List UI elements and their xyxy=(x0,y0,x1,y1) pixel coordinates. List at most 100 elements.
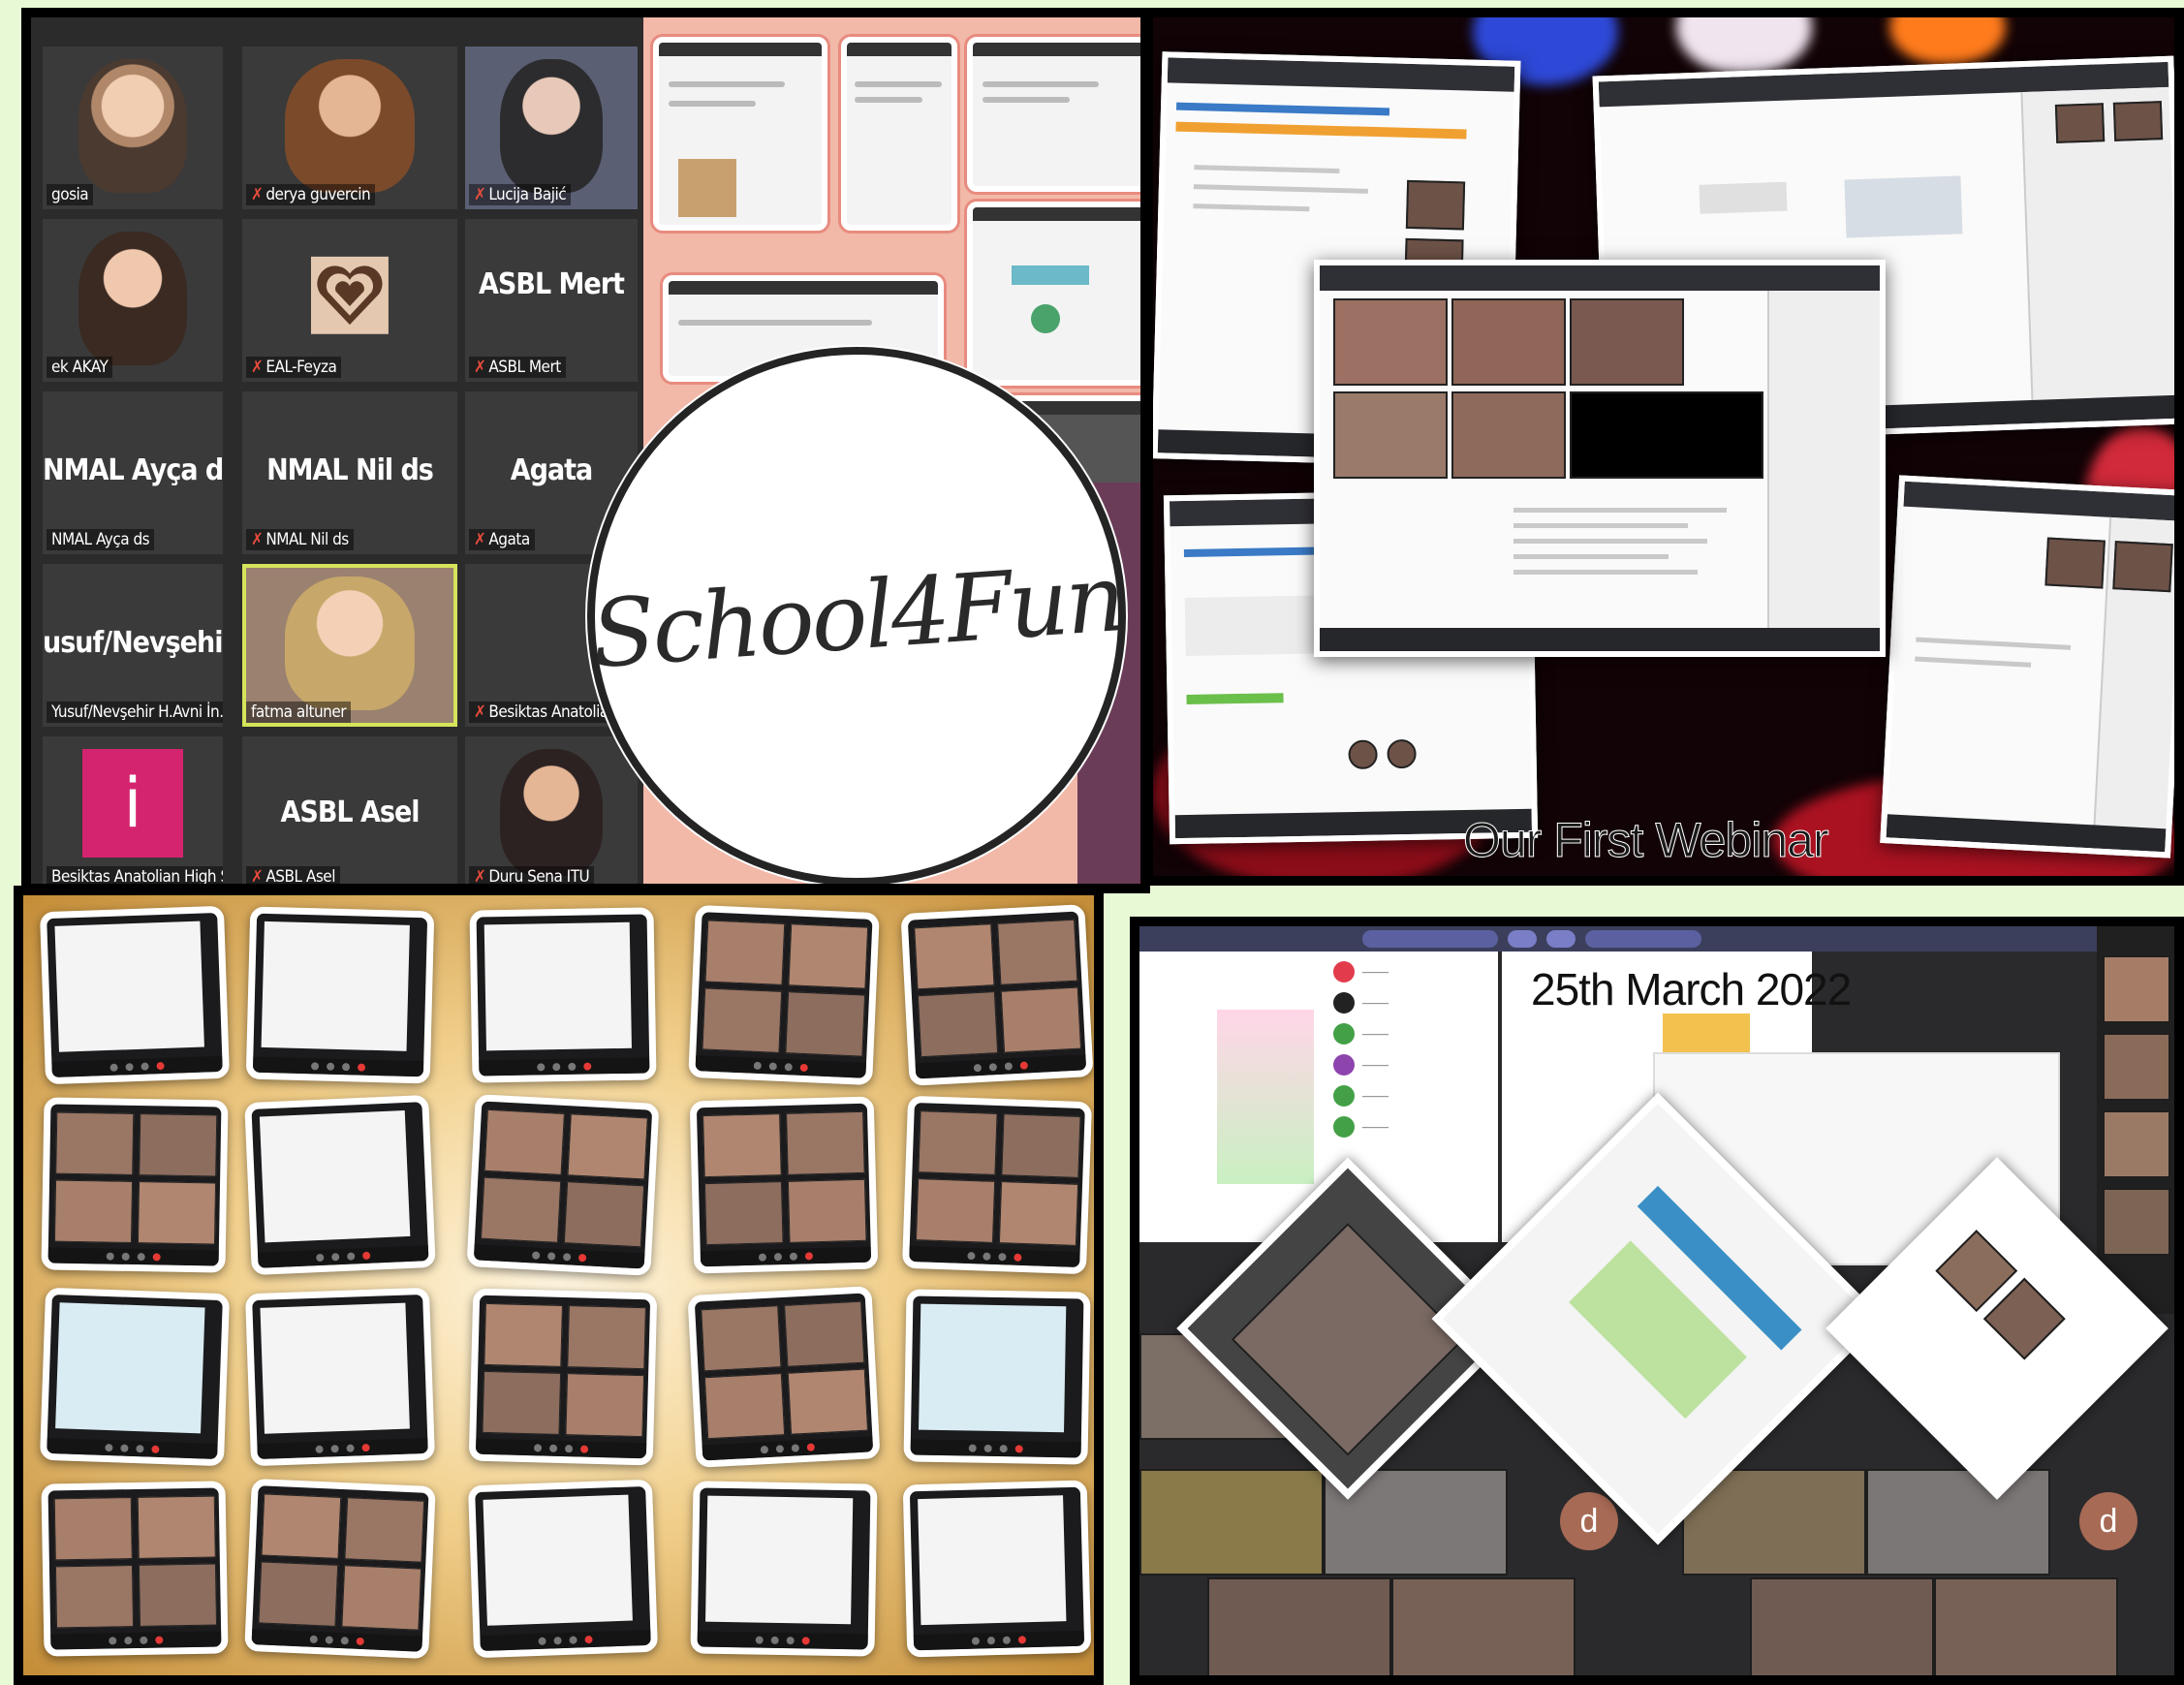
control-icon xyxy=(325,1636,333,1644)
muted-mic-icon: ✗ xyxy=(251,185,264,204)
participant-tile[interactable]: usuf/Nevşehir... Yusuf/Nevşehir H.Avni İ… xyxy=(43,564,223,727)
call-controls xyxy=(697,1631,868,1650)
video-cell xyxy=(567,1113,648,1180)
participant-display-name: ASBL Mert xyxy=(479,267,625,302)
document-screen xyxy=(54,921,204,1052)
video-cell xyxy=(914,923,995,990)
control-icon xyxy=(310,1062,320,1071)
participant-name: ASBL Mert xyxy=(488,358,561,377)
video-cell xyxy=(484,1108,565,1175)
participant-display-name: NMAL Nil ds xyxy=(266,452,434,487)
end-call-icon xyxy=(151,1445,160,1453)
control-icon xyxy=(564,1445,574,1453)
control-icon xyxy=(531,1251,541,1260)
participant-tile[interactable]: NMAL Nil ds ✗ NMAL Nil ds xyxy=(242,391,457,554)
video-cell xyxy=(915,1178,996,1243)
screen-thumbnail xyxy=(653,37,827,231)
participant-tile[interactable]: ek AKAY xyxy=(43,219,223,382)
participant-tile[interactable]: ✗ EAL-Feyza xyxy=(242,219,457,382)
end-call-icon xyxy=(156,1061,165,1071)
control-icon xyxy=(986,1637,996,1645)
control-icon xyxy=(983,1444,992,1452)
meeting-screenshot-card xyxy=(466,1094,660,1276)
control-icon xyxy=(315,1445,324,1453)
document-screen xyxy=(260,1302,410,1434)
control-icon xyxy=(988,1063,998,1072)
end-call-icon xyxy=(804,1252,814,1261)
logo-text: School4Fun xyxy=(587,543,1126,690)
control-icon xyxy=(760,1445,769,1454)
participant-name: ek AKAY xyxy=(51,358,109,377)
call-controls xyxy=(473,1244,645,1269)
muted-mic-icon: ✗ xyxy=(474,702,486,722)
control-icon xyxy=(136,1445,144,1453)
webinar-screenshot xyxy=(1880,475,2174,858)
control-icon xyxy=(137,1253,145,1262)
video-cell xyxy=(53,1179,134,1243)
end-call-icon xyxy=(577,1253,587,1263)
document-screen xyxy=(483,1494,633,1626)
participant-tile[interactable]: ASBL Asel ✗ ASBL Asel xyxy=(242,736,457,887)
control-icon xyxy=(973,1063,983,1073)
webinar-main-screenshot xyxy=(1314,260,1886,657)
end-call-icon xyxy=(806,1443,816,1451)
end-call-icon xyxy=(361,1443,370,1452)
control-icon xyxy=(791,1444,800,1452)
video-cell xyxy=(139,1113,218,1177)
video-cell xyxy=(567,1305,646,1370)
control-icon xyxy=(755,1636,764,1644)
browser-toolbar xyxy=(1139,926,2174,952)
control-icon xyxy=(770,1636,779,1644)
participant-video xyxy=(499,748,604,876)
end-call-icon xyxy=(799,1063,808,1073)
meeting-screenshot-card xyxy=(469,907,657,1083)
participant-tile[interactable]: NMAL Ayça ds NMAL Ayça ds xyxy=(43,391,223,554)
participant-name: fatma altuner xyxy=(251,702,347,722)
control-icon xyxy=(546,1252,556,1261)
meeting-date: 25th March 2022 xyxy=(1531,964,1852,1014)
call-controls xyxy=(479,1057,650,1077)
participant-tile-active-speaker[interactable]: fatma altuner xyxy=(242,564,457,727)
meeting-screenshot-card xyxy=(900,904,1094,1086)
call-controls xyxy=(909,1245,1080,1268)
video-cell xyxy=(918,1110,998,1175)
call-controls xyxy=(475,1438,647,1459)
meeting-screenshot-card xyxy=(39,1287,231,1467)
muted-mic-icon: ✗ xyxy=(251,867,264,887)
call-controls xyxy=(50,1631,222,1650)
meeting-screenshot-card xyxy=(689,1096,879,1274)
control-icon xyxy=(341,1063,351,1072)
participant-tile[interactable]: i Besiktas Anatolian High S... xyxy=(43,736,223,884)
end-call-icon xyxy=(583,1062,592,1071)
control-icon xyxy=(775,1445,785,1453)
control-icon xyxy=(109,1063,118,1072)
video-tile xyxy=(1207,1577,1391,1675)
heart-image-icon xyxy=(311,257,389,334)
video-cell xyxy=(482,1370,562,1435)
control-icon xyxy=(121,1252,130,1261)
control-icon xyxy=(568,1062,577,1071)
participant-tile[interactable]: ASBL Mert ✗ ASBL Mert xyxy=(465,219,638,382)
control-icon xyxy=(125,1063,134,1072)
participant-avatar: i xyxy=(81,748,184,858)
video-cell xyxy=(917,991,999,1058)
participant-tile[interactable]: gosia xyxy=(43,47,223,209)
participant-avatar: d xyxy=(1560,1492,1618,1550)
video-cell xyxy=(703,1373,786,1440)
webinar-panel: Our First Webinar xyxy=(1143,8,2184,886)
call-controls xyxy=(910,1439,1081,1458)
control-icon xyxy=(971,1637,981,1645)
video-cell xyxy=(563,1181,645,1248)
video-cell xyxy=(788,923,869,989)
map-screen xyxy=(919,1303,1067,1433)
video-cell xyxy=(484,1302,563,1367)
control-icon xyxy=(569,1636,577,1644)
video-cell xyxy=(53,1497,133,1561)
video-cell xyxy=(703,1181,784,1246)
participant-tile[interactable]: ✗ derya guvercin xyxy=(242,47,457,209)
participant-tile[interactable]: ✗ Lucija Bajić xyxy=(465,47,638,209)
webinar-title: Our First Webinar xyxy=(1463,813,1830,868)
video-cell xyxy=(785,991,866,1057)
meeting-screenshot-card xyxy=(690,1481,878,1657)
participant-tile[interactable]: ✗ Duru Sena ITU xyxy=(465,736,638,884)
